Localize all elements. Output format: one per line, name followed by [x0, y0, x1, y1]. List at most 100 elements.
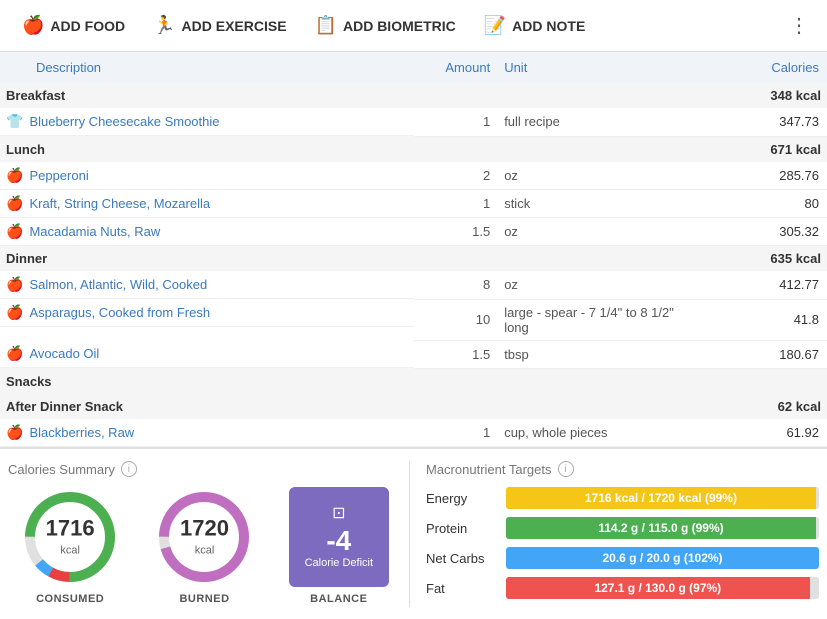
food-name[interactable]: Pepperoni	[29, 168, 88, 183]
food-name-cell: 🍎 Salmon, Atlantic, Wild, Cooked	[0, 271, 414, 299]
macro-bar: 20.6 g / 20.0 g (102%)	[506, 547, 819, 569]
balance-icon: ⊡	[332, 503, 345, 523]
food-calories: 305.32	[703, 218, 827, 246]
burned-donut: 1720 kcal BURNED	[154, 487, 254, 605]
balance-value: -4	[326, 525, 351, 557]
col-description: Description	[0, 52, 414, 83]
food-unit: stick	[496, 190, 703, 218]
macro-bar-fill: 114.2 g / 115.0 g (99%)	[506, 517, 816, 539]
food-amount: 1.5	[414, 218, 497, 246]
food-amount: 1	[414, 419, 497, 447]
col-amount: Amount	[414, 52, 497, 83]
meal-name: Breakfast	[0, 83, 703, 108]
shirt-icon: 👕	[6, 113, 23, 130]
food-name[interactable]: Kraft, String Cheese, Mozarella	[29, 196, 210, 211]
meal-name: Lunch	[0, 136, 703, 162]
apple-icon: 🍎	[6, 276, 23, 293]
consumed-donut-chart: 1716 kcal	[20, 487, 120, 587]
food-unit: oz	[496, 271, 703, 299]
consumed-unit: kcal	[60, 545, 80, 557]
food-amount: 1	[414, 108, 497, 136]
food-name[interactable]: Salmon, Atlantic, Wild, Cooked	[29, 277, 207, 292]
food-calories: 80	[703, 190, 827, 218]
meal-header-row: Snacks	[0, 368, 827, 394]
macro-name: Fat	[426, 581, 498, 596]
calories-info-icon[interactable]: i	[121, 461, 137, 477]
food-unit: tbsp	[496, 340, 703, 368]
calories-summary-title: Calories Summary i	[8, 461, 401, 477]
more-menu-button[interactable]: ⋮	[779, 13, 819, 38]
food-name-cell: 🍎 Blackberries, Raw	[0, 419, 414, 447]
burned-donut-center: 1720 kcal	[180, 516, 229, 559]
apple-icon: 🍎	[6, 195, 23, 212]
food-name-cell: 🍎 Avocado Oil	[0, 340, 414, 368]
food-unit: cup, whole pieces	[496, 419, 703, 447]
macro-info-icon[interactable]: i	[558, 461, 574, 477]
table-row: 🍎 Kraft, String Cheese, Mozarella 1 stic…	[0, 190, 827, 218]
donut-row: 1716 kcal CONSUMED 1720 kcal	[8, 487, 401, 605]
add-biometric-button[interactable]: 📋 ADD BIOMETRIC	[301, 0, 470, 51]
food-amount: 2	[414, 162, 497, 190]
macro-summary: Macronutrient Targets i Energy 1716 kcal…	[410, 461, 819, 607]
food-name-cell: 🍎 Pepperoni	[0, 162, 414, 190]
consumed-donut-center: 1716 kcal	[46, 516, 95, 559]
apple-icon: 🍎	[22, 15, 44, 36]
consumed-value: 1716	[46, 516, 95, 542]
food-name[interactable]: Asparagus, Cooked from Fresh	[29, 305, 210, 320]
add-note-button[interactable]: 📝 ADD NOTE	[470, 0, 600, 51]
food-amount: 10	[414, 299, 497, 340]
food-calories: 285.76	[703, 162, 827, 190]
macro-bar: 127.1 g / 130.0 g (97%)	[506, 577, 819, 599]
add-food-button[interactable]: 🍎 ADD FOOD	[8, 0, 139, 51]
col-unit: Unit	[496, 52, 703, 83]
macro-bar: 114.2 g / 115.0 g (99%)	[506, 517, 819, 539]
meal-name: After Dinner Snack	[0, 394, 703, 419]
clipboard-icon: 📋	[315, 15, 337, 36]
food-amount: 1.5	[414, 340, 497, 368]
table-row: 🍎 Pepperoni 2 oz 285.76	[0, 162, 827, 190]
consumed-label: CONSUMED	[36, 593, 104, 605]
macro-bar: 1716 kcal / 1720 kcal (99%)	[506, 487, 819, 509]
col-calories: Calories	[703, 52, 827, 83]
macro-row: Energy 1716 kcal / 1720 kcal (99%)	[426, 487, 819, 509]
macro-summary-title: Macronutrient Targets i	[426, 461, 819, 477]
meal-header-row: Breakfast 348 kcal	[0, 83, 827, 108]
macro-name: Protein	[426, 521, 498, 536]
macro-bars: Energy 1716 kcal / 1720 kcal (99%) Prote…	[426, 487, 819, 599]
food-name[interactable]: Blueberry Cheesecake Smoothie	[29, 114, 219, 129]
balance-box: ⊡ -4 Calorie Deficit	[289, 487, 389, 587]
food-name[interactable]: Blackberries, Raw	[29, 425, 134, 440]
food-amount: 8	[414, 271, 497, 299]
table-row: 🍎 Asparagus, Cooked from Fresh 10 large …	[0, 299, 827, 340]
macro-bar-fill: 20.6 g / 20.0 g (102%)	[506, 547, 819, 569]
macro-row: Protein 114.2 g / 115.0 g (99%)	[426, 517, 819, 539]
add-biometric-label: ADD BIOMETRIC	[343, 18, 456, 34]
food-calories: 412.77	[703, 271, 827, 299]
meal-kcal: 671 kcal	[703, 136, 827, 162]
food-unit: full recipe	[496, 108, 703, 136]
meal-kcal: 635 kcal	[703, 246, 827, 272]
food-name[interactable]: Avocado Oil	[29, 346, 99, 361]
summary-section: Calories Summary i	[0, 447, 827, 619]
food-calories: 41.8	[703, 299, 827, 340]
table-row: 👕 Blueberry Cheesecake Smoothie 1 full r…	[0, 108, 827, 136]
balance-label: BALANCE	[310, 593, 367, 605]
macro-name: Energy	[426, 491, 498, 506]
apple-icon: 🍎	[6, 167, 23, 184]
food-name-cell: 🍎 Macadamia Nuts, Raw	[0, 218, 414, 246]
apple-icon: 🍎	[6, 223, 23, 240]
food-name-cell: 🍎 Asparagus, Cooked from Fresh	[0, 299, 414, 327]
table-row: 🍎 Salmon, Atlantic, Wild, Cooked 8 oz 41…	[0, 271, 827, 299]
add-exercise-label: ADD EXERCISE	[182, 18, 287, 34]
food-name[interactable]: Macadamia Nuts, Raw	[29, 224, 160, 239]
calories-summary: Calories Summary i	[8, 461, 410, 607]
add-exercise-button[interactable]: 🏃 ADD EXERCISE	[139, 0, 300, 51]
food-calories: 180.67	[703, 340, 827, 368]
meal-header-row: Lunch 671 kcal	[0, 136, 827, 162]
food-name-cell: 🍎 Kraft, String Cheese, Mozarella	[0, 190, 414, 218]
apple-icon: 🍎	[6, 304, 23, 321]
meal-header-row: Dinner 635 kcal	[0, 246, 827, 272]
burned-unit: kcal	[195, 545, 215, 557]
food-calories: 347.73	[703, 108, 827, 136]
food-unit: oz	[496, 162, 703, 190]
